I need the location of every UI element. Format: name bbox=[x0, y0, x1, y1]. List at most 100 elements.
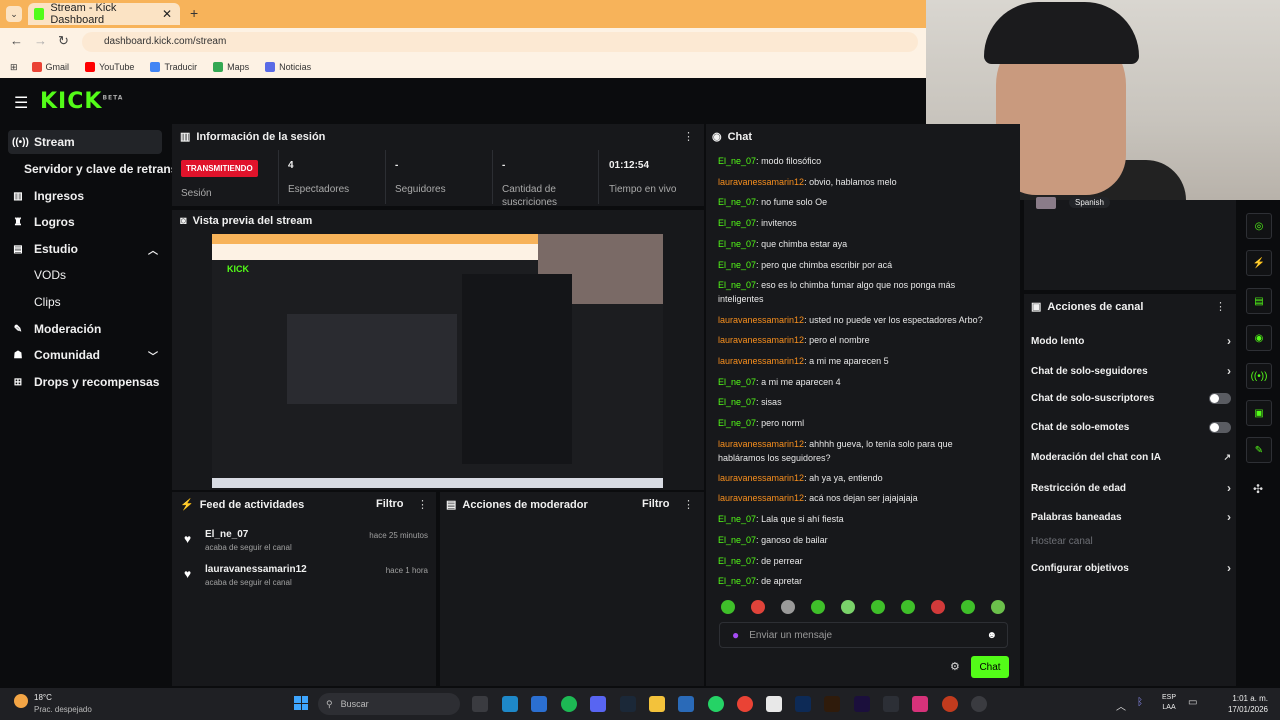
davinci-icon[interactable] bbox=[883, 696, 899, 712]
sidebar-item-ingresos[interactable]: ▥ Ingresos bbox=[8, 184, 162, 208]
sidebar-item-estudio[interactable]: ▤ Estudio ︿ bbox=[8, 237, 162, 261]
discord-icon[interactable] bbox=[590, 696, 606, 712]
emote-icon[interactable] bbox=[721, 600, 735, 614]
action-slow-mode[interactable]: Modo lento › bbox=[1031, 334, 1231, 348]
folder-icon[interactable] bbox=[649, 696, 665, 712]
language-indicator[interactable]: ESP LAA bbox=[1162, 693, 1176, 713]
translate-icon bbox=[150, 62, 161, 72]
action-followers-only[interactable]: Chat de solo-seguidores › bbox=[1031, 364, 1231, 378]
emote-icon[interactable] bbox=[751, 600, 765, 614]
emoji-icon[interactable]: ☻ bbox=[986, 630, 997, 641]
rail-clipboard-icon[interactable]: ▤ bbox=[1246, 288, 1272, 314]
chat-message-input[interactable]: ● Enviar un mensaje ☻ bbox=[719, 622, 1008, 648]
emote-icon[interactable] bbox=[901, 600, 915, 614]
browser-tab[interactable]: Stream - Kick Dashboard ✕ bbox=[28, 2, 180, 26]
chat-send-button[interactable]: Chat bbox=[971, 656, 1009, 678]
obs-icon[interactable] bbox=[971, 696, 987, 712]
chrome-icon[interactable] bbox=[737, 696, 753, 712]
network-icon[interactable]: ▭ bbox=[1188, 697, 1197, 708]
sidebar-item-stream[interactable]: ((•)) Stream bbox=[8, 130, 162, 154]
sidebar-item-clips[interactable]: Clips bbox=[8, 290, 162, 314]
rail-bolt-icon[interactable]: ⚡ bbox=[1246, 250, 1272, 276]
reload-icon[interactable]: ↻ bbox=[58, 33, 69, 49]
chat-message: El_ne_07: de apretar bbox=[718, 576, 803, 586]
tab-close-icon[interactable]: ✕ bbox=[162, 7, 172, 21]
microphone-icon[interactable]: ● bbox=[732, 628, 739, 642]
steam-icon[interactable] bbox=[620, 696, 636, 712]
spotify-icon[interactable] bbox=[561, 696, 577, 712]
sidebar-item-moderacion[interactable]: ✎ Moderación bbox=[8, 317, 162, 341]
tray-chevron-icon[interactable]: ︿ bbox=[1116, 698, 1126, 713]
app-icon[interactable] bbox=[678, 696, 694, 712]
sidebar-item-server-key[interactable]: Servidor y clave de retransmisión bbox=[8, 157, 178, 181]
kick-logo[interactable]: KICKBETA bbox=[40, 89, 123, 114]
news-icon bbox=[265, 62, 276, 72]
emote-icon[interactable] bbox=[811, 600, 825, 614]
url-field[interactable]: dashboard.kick.com/stream bbox=[82, 32, 918, 52]
sidebar-item-drops[interactable]: ⊞ Drops y recompensas bbox=[8, 370, 162, 394]
bookmark-traducir[interactable]: Traducir bbox=[150, 62, 197, 72]
apps-icon[interactable]: ⊞ bbox=[10, 62, 18, 73]
subscribers-only-toggle[interactable] bbox=[1209, 393, 1231, 404]
sidebar-item-vods[interactable]: VODs bbox=[8, 263, 162, 287]
action-goals[interactable]: Configurar objetivos › bbox=[1031, 561, 1231, 575]
back-icon[interactable]: ← bbox=[10, 33, 23, 48]
action-age-restriction[interactable]: Restricción de edad › bbox=[1031, 481, 1231, 495]
bluetooth-icon[interactable]: ᛒ bbox=[1137, 697, 1143, 708]
mod-menu-icon[interactable]: ⋮ bbox=[683, 498, 694, 511]
action-banned-words[interactable]: Palabras baneadas › bbox=[1031, 510, 1231, 524]
new-tab-button[interactable]: + bbox=[190, 5, 198, 21]
settings-gear-icon[interactable]: ⚙ bbox=[950, 660, 960, 673]
edge-icon[interactable] bbox=[502, 696, 518, 712]
rail-chat-icon[interactable]: ◉ bbox=[1246, 325, 1272, 351]
instagram-icon[interactable] bbox=[912, 696, 928, 712]
forward-icon[interactable]: → bbox=[34, 33, 47, 48]
store-icon[interactable] bbox=[531, 696, 547, 712]
whatsapp-icon[interactable] bbox=[708, 696, 724, 712]
emote-icon[interactable] bbox=[841, 600, 855, 614]
external-link-icon: ↗ bbox=[1223, 452, 1231, 462]
rail-extensions-icon[interactable]: ✣ bbox=[1253, 482, 1263, 496]
tab-search-icon[interactable]: ⌄ bbox=[6, 6, 22, 22]
channel-actions-menu-icon[interactable]: ⋮ bbox=[1215, 300, 1226, 313]
bookmark-gmail[interactable]: Gmail bbox=[31, 62, 69, 72]
stream-preview-video[interactable]: KICK bbox=[212, 234, 663, 488]
taskbar-search[interactable]: ⚲ Buscar bbox=[318, 693, 460, 715]
action-ai-moderation[interactable]: Moderación del chat con IA ↗ bbox=[1031, 452, 1231, 463]
session-menu-icon[interactable]: ⋮ bbox=[683, 130, 694, 143]
weather-icon bbox=[14, 694, 28, 708]
rail-camera-icon[interactable]: ◎ bbox=[1246, 213, 1272, 239]
kick-favicon-icon bbox=[34, 8, 45, 20]
task-view-icon[interactable] bbox=[472, 696, 488, 712]
emote-icon[interactable] bbox=[871, 600, 885, 614]
emote-icon[interactable] bbox=[991, 600, 1005, 614]
panda-icon[interactable] bbox=[766, 696, 782, 712]
emotes-only-toggle[interactable] bbox=[1209, 422, 1231, 433]
action-subscribers-only[interactable]: Chat de solo-suscriptores bbox=[1031, 393, 1231, 404]
bookmark-maps[interactable]: Maps bbox=[213, 62, 249, 72]
rail-shield-icon[interactable]: ▣ bbox=[1246, 400, 1272, 426]
app-icon[interactable] bbox=[942, 696, 958, 712]
mod-filter-button[interactable]: Filtro bbox=[642, 498, 670, 510]
weather-desc: Prac. despejado bbox=[34, 705, 92, 714]
feed-filter-button[interactable]: Filtro bbox=[376, 498, 404, 510]
chevron-right-icon: › bbox=[1227, 561, 1231, 575]
emote-icon[interactable] bbox=[781, 600, 795, 614]
menu-icon[interactable]: ☰ bbox=[14, 93, 28, 113]
bookmark-youtube[interactable]: YouTube bbox=[85, 62, 134, 72]
clock[interactable]: 1:01 a. m. 17/01/2026 bbox=[1210, 693, 1268, 715]
bookmark-noticias[interactable]: Noticias bbox=[265, 62, 311, 72]
sidebar-item-logros[interactable]: ♜ Logros bbox=[8, 210, 162, 234]
emote-icon[interactable] bbox=[961, 600, 975, 614]
chevron-up-icon: ︿ bbox=[148, 245, 158, 257]
rail-broadcast-icon[interactable]: ((•)) bbox=[1246, 363, 1272, 389]
emote-icon[interactable] bbox=[931, 600, 945, 614]
windows-start-icon[interactable] bbox=[294, 696, 308, 710]
sidebar-item-comunidad[interactable]: ☗ Comunidad ﹀ bbox=[8, 343, 162, 367]
premiere-icon[interactable] bbox=[854, 696, 870, 712]
photoshop-icon[interactable] bbox=[795, 696, 811, 712]
rail-wrench-icon[interactable]: ✎ bbox=[1246, 437, 1272, 463]
illustrator-icon[interactable] bbox=[824, 696, 840, 712]
feed-menu-icon[interactable]: ⋮ bbox=[417, 498, 428, 511]
action-emotes-only[interactable]: Chat de solo-emotes bbox=[1031, 422, 1231, 433]
